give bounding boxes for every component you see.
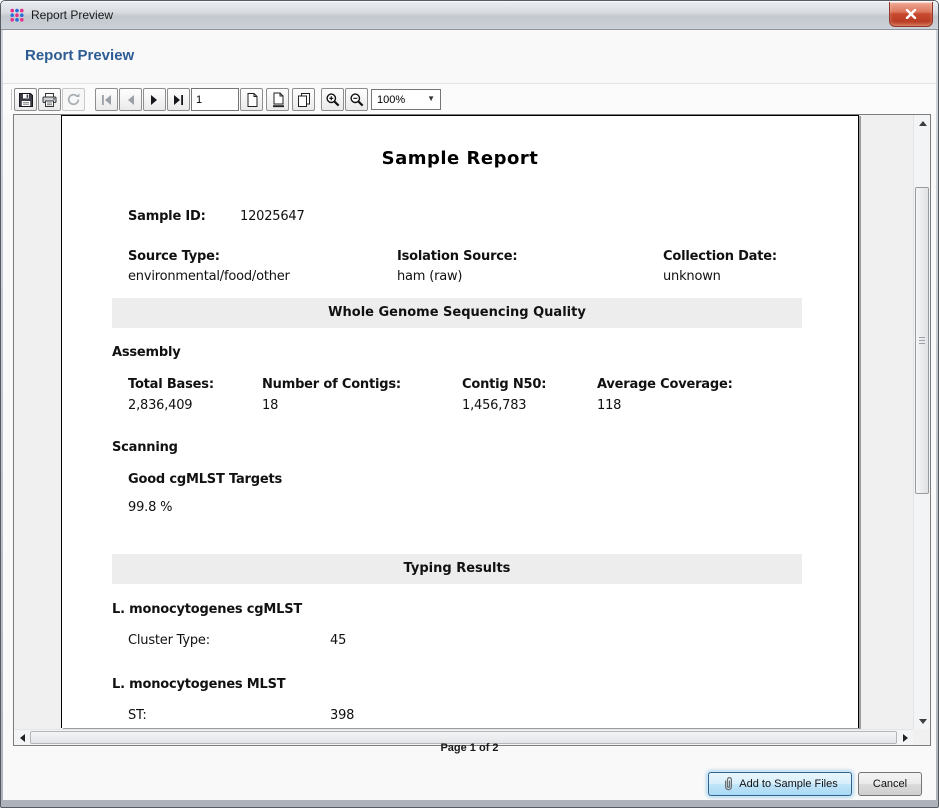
contig-n50-value: 1,456,783: [462, 398, 526, 413]
first-page-button[interactable]: [95, 88, 118, 111]
page-width-view-button[interactable]: [266, 88, 289, 111]
st-value: 398: [330, 708, 354, 723]
save-button[interactable]: [14, 88, 37, 111]
zoom-level-value: 100%: [377, 94, 405, 106]
wgs-quality-banner: Whole Genome Sequencing Quality: [112, 298, 802, 328]
add-to-sample-files-label: Add to Sample Files: [739, 778, 837, 790]
previous-page-button[interactable]: [119, 88, 142, 111]
refresh-icon: [66, 92, 81, 107]
add-to-sample-files-button[interactable]: Add to Sample Files: [708, 772, 852, 796]
close-icon: [905, 9, 917, 19]
scroll-down-button[interactable]: [914, 713, 931, 729]
good-cgmlst-targets-label: Good cgMLST Targets: [128, 472, 282, 487]
last-page-icon: [172, 94, 185, 106]
report-title: Sample Report: [62, 148, 858, 169]
zoom-in-button[interactable]: [321, 88, 344, 111]
cgmlst-heading: L. monocytogenes cgMLST: [112, 602, 302, 617]
arrow-down-icon: [919, 719, 927, 724]
save-icon: [18, 92, 34, 108]
st-label: ST:: [128, 708, 147, 723]
zoom-out-button[interactable]: [345, 88, 368, 111]
cancel-button[interactable]: Cancel: [858, 772, 922, 796]
report-page: Sample Report Sample ID: 12025647 Source…: [61, 115, 859, 728]
collection-date-value: unknown: [663, 269, 721, 284]
total-bases-value: 2,836,409: [128, 398, 192, 413]
print-icon: [41, 92, 58, 108]
titlebar[interactable]: Report Preview: [1, 1, 938, 30]
first-page-icon: [100, 94, 113, 106]
source-type-label: Source Type:: [128, 249, 220, 264]
print-button[interactable]: [38, 88, 61, 111]
assembly-heading: Assembly: [112, 345, 181, 360]
whole-page-view-button[interactable]: [240, 88, 263, 111]
close-button[interactable]: [889, 2, 933, 27]
scanning-heading: Scanning: [112, 440, 178, 455]
arrow-left-icon: [20, 734, 25, 742]
app-icon: [9, 7, 25, 23]
refresh-button[interactable]: [62, 88, 85, 111]
page-number-input[interactable]: [191, 88, 239, 111]
report-preview-window: Report Preview Report Preview: [0, 0, 939, 808]
next-page-icon: [148, 94, 161, 106]
cluster-type-label: Cluster Type:: [128, 633, 210, 648]
number-of-contigs-label: Number of Contigs:: [262, 377, 401, 392]
zoom-out-icon: [349, 92, 365, 108]
total-bases-label: Total Bases:: [128, 377, 214, 392]
arrow-up-icon: [919, 121, 927, 126]
page-title: Report Preview: [25, 47, 134, 64]
window-title: Report Preview: [31, 8, 113, 22]
cluster-type-value: 45: [330, 633, 346, 648]
sample-id-label: Sample ID:: [128, 209, 206, 224]
contig-n50-label: Contig N50:: [462, 377, 546, 392]
typing-results-banner: Typing Results: [112, 554, 802, 584]
collection-date-label: Collection Date:: [663, 249, 777, 264]
zoom-level-combobox[interactable]: 100% ▼: [371, 89, 441, 110]
multi-page-icon: [296, 92, 312, 108]
multi-page-view-button[interactable]: [292, 88, 315, 111]
number-of-contigs-value: 18: [262, 398, 278, 413]
mlst-heading: L. monocytogenes MLST: [112, 677, 285, 692]
arrow-right-icon: [903, 734, 908, 742]
scroll-up-button[interactable]: [914, 115, 931, 131]
source-type-value: environmental/food/other: [128, 269, 290, 284]
zoom-in-icon: [325, 92, 341, 108]
average-coverage-value: 118: [597, 398, 621, 413]
average-coverage-label: Average Coverage:: [597, 377, 733, 392]
isolation-source-label: Isolation Source:: [397, 249, 517, 264]
whole-page-icon: [244, 92, 260, 108]
previous-page-icon: [124, 94, 137, 106]
good-cgmlst-targets-value: 99.8 %: [128, 500, 172, 515]
cancel-label: Cancel: [873, 778, 907, 790]
page-status: Page 1 of 2: [1, 742, 938, 754]
isolation-source-value: ham (raw): [397, 269, 462, 284]
last-page-button[interactable]: [167, 88, 190, 111]
vertical-scrollbar[interactable]: [913, 115, 930, 729]
toolbar: 100% ▼: [3, 83, 936, 114]
sample-id-value: 12025647: [240, 209, 305, 224]
next-page-button[interactable]: [143, 88, 166, 111]
preview-panel: Sample Report Sample ID: 12025647 Source…: [13, 114, 931, 746]
vertical-scrollbar-thumb[interactable]: [915, 187, 929, 494]
chevron-down-icon: ▼: [427, 94, 435, 103]
paperclip-icon: [722, 776, 734, 792]
page-width-icon: [270, 92, 286, 108]
